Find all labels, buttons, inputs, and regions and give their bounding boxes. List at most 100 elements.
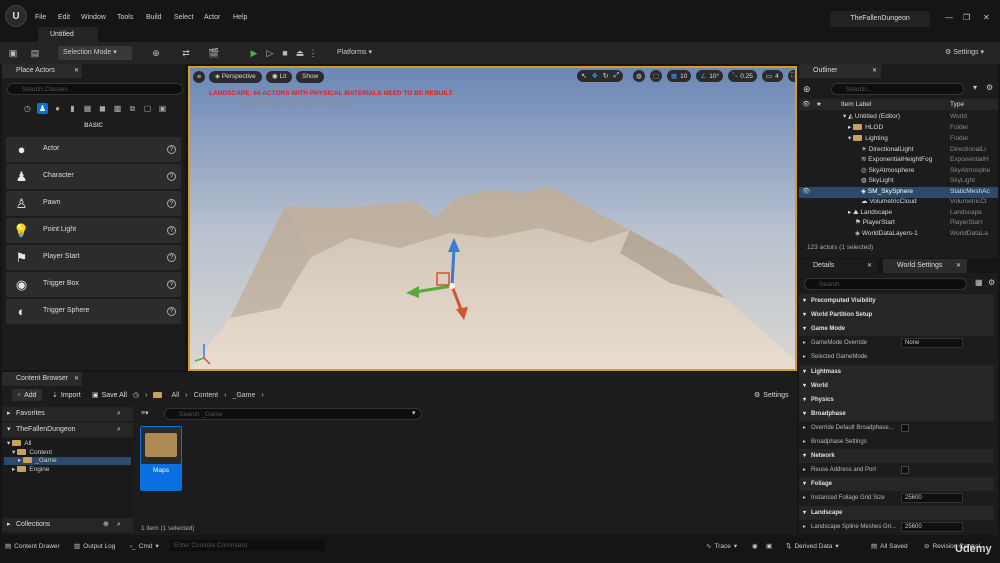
cinematic-category-icon[interactable]: ▮ [67, 103, 78, 114]
details-checkbox[interactable] [901, 423, 909, 432]
details-category[interactable]: ▾ Lightmass [799, 364, 994, 379]
pin-column-icon[interactable]: ★ [816, 99, 822, 110]
outliner-tab[interactable]: Outliner ✕ [799, 64, 881, 78]
close-tab-icon[interactable]: ✕ [956, 259, 961, 273]
search-icon[interactable]: ⌕ [117, 423, 121, 437]
more-options-icon[interactable]: ⋮ [307, 47, 319, 59]
close-tab-icon[interactable]: ✕ [74, 372, 79, 386]
outliner-row[interactable]: ▾ Lighting Folder [799, 134, 998, 145]
menu-build[interactable]: Build [146, 14, 162, 21]
world-settings-tab[interactable]: World Settings ✕ [883, 259, 967, 273]
history-back-icon[interactable]: ◷ [133, 391, 139, 399]
scale-tool-icon[interactable]: ⤢ [614, 72, 620, 80]
eject-icon[interactable]: ⏏ [294, 47, 306, 59]
details-value-field[interactable]: None [901, 338, 963, 349]
project-section[interactable]: ▾ TheFallenDungeon ⌕ [2, 423, 133, 437]
play-icon[interactable]: ▶ [248, 47, 260, 59]
breadcrumb-all[interactable]: All [171, 392, 179, 399]
surface-snap-icon[interactable]: ⬚ [650, 70, 662, 82]
details-checkbox[interactable] [901, 466, 909, 475]
save-all-button[interactable]: ▣ Save All [92, 389, 127, 401]
collections-section[interactable]: ▸ Collections ⊕ ⌕ [2, 518, 133, 532]
show-dropdown[interactable]: Show [296, 71, 325, 83]
actor-item-character[interactable]: ♟ Character ? [6, 164, 181, 189]
help-icon[interactable]: ? [167, 280, 176, 289]
details-category[interactable]: ▾ World Partition Setup [799, 308, 994, 323]
trace-dropdown[interactable]: ∿ Trace ▾ [706, 542, 737, 551]
rotate-tool-icon[interactable]: ↻ [603, 72, 609, 80]
volumes-icon[interactable]: ▩ [112, 103, 123, 114]
search-dropdown-icon[interactable]: ▾ [412, 409, 416, 417]
screenshot-icon[interactable]: ▣ [766, 542, 772, 550]
menu-help[interactable]: Help [233, 14, 247, 21]
outliner-search-input[interactable]: Search... [831, 83, 964, 95]
close-tab-icon[interactable]: ✕ [867, 259, 872, 273]
outliner-row-selected[interactable]: 👁 ◈ SM_SkySphere StaticMeshAc [799, 187, 998, 198]
details-category[interactable]: ▾ Broadphase [799, 406, 994, 421]
rotation-snap-control[interactable]: ∠ 10° [696, 70, 724, 82]
help-icon[interactable]: ? [167, 253, 176, 262]
details-search-input[interactable]: Search [804, 278, 967, 290]
visual-effects-icon[interactable]: ▦ [82, 103, 93, 114]
actor-item-player-start[interactable]: ⚑ Player Start ? [6, 245, 181, 270]
unreal-logo-icon[interactable]: U [5, 5, 27, 27]
select-tool-icon[interactable]: ↖ [581, 72, 587, 80]
details-property[interactable]: ▸ Reuse Address and Port [799, 463, 994, 477]
details-value-field[interactable]: 25600 [901, 521, 963, 532]
details-category[interactable]: ▾ Physics [799, 392, 994, 407]
details-property[interactable]: ▸ Broadphase Settings [799, 435, 994, 449]
details-property[interactable]: ▸ GameMode Override None [799, 336, 994, 350]
item-label-column[interactable]: Item Label [841, 99, 871, 110]
outliner-row[interactable]: ⚑ PlayerStart PlayerStart [799, 218, 998, 229]
visibility-eye-icon[interactable]: 👁 [802, 187, 810, 198]
actor-item-actor[interactable]: ● Actor ? [6, 137, 181, 162]
outliner-settings-icon[interactable]: ⚙ [986, 83, 993, 92]
outliner-row[interactable]: ◎ SkyAtmosphere SkyAtmosphe [799, 166, 998, 177]
close-tab-icon[interactable]: ✕ [74, 64, 79, 78]
level-tab[interactable]: Untitled [38, 27, 98, 42]
content-browser-tab[interactable]: Content Browser ✕ [2, 372, 82, 386]
filter-icon[interactable]: ≡▾ [141, 409, 149, 417]
world-space-icon[interactable]: ◍ [633, 70, 645, 82]
tree-item-content[interactable]: ▾ Content [12, 449, 52, 457]
grid-snap-control[interactable]: ▦ 10 [667, 70, 692, 82]
details-category[interactable]: ▾ Foliage [799, 477, 994, 492]
details-property[interactable]: ▸ Override Default Broadphase... [799, 421, 994, 435]
outliner-row[interactable]: ▾ ◭ Untitled (Editor) World [799, 112, 998, 123]
output-log-button[interactable]: ▥ Output Log [74, 542, 115, 551]
save-icon[interactable]: ▣ [7, 47, 19, 59]
platforms-dropdown[interactable]: Platforms ▾ [332, 46, 388, 60]
selection-mode-dropdown[interactable]: Selection Mode ▾ [58, 46, 132, 60]
asset-tile-maps[interactable]: Maps [140, 426, 182, 491]
add-actor-icon[interactable]: ⊕ [150, 47, 162, 59]
outliner-row[interactable]: ≋ ExponentialHeightFog ExponentialH [799, 155, 998, 166]
outliner-row[interactable]: ▸ ⛰ Landscape Landscape [799, 208, 998, 219]
camera-speed-control[interactable]: ▭ 4 [761, 70, 783, 82]
breadcrumb-content[interactable]: Content [194, 392, 219, 399]
outliner-row[interactable]: ▸ HLOD Folder [799, 123, 998, 134]
menu-window[interactable]: Window [81, 14, 106, 21]
shapes-icon[interactable]: ▢ [142, 103, 153, 114]
record-icon[interactable]: ◉ [752, 542, 758, 550]
outliner-row[interactable]: ☀ DirectionalLight DirectionalLi [799, 145, 998, 156]
search-icon[interactable]: ⌕ [117, 518, 121, 532]
tree-item-all[interactable]: ▾ All [7, 440, 32, 448]
outliner-row[interactable]: ◍ SkyLight SkyLight [799, 176, 998, 187]
geometry-icon[interactable]: ◼ [97, 103, 108, 114]
lit-dropdown[interactable]: ◉ Lit [266, 71, 293, 83]
all-classes-icon[interactable]: ⧉ [127, 103, 138, 114]
details-settings-icon[interactable]: ⚙ [988, 278, 995, 287]
minimize-icon[interactable]: — [945, 13, 953, 22]
favorites-section[interactable]: ▸ Favorites ⌕ [2, 407, 133, 421]
settings-button[interactable]: ⚙ Settings ▾ [940, 46, 996, 60]
more-categories-icon[interactable]: ▣ [157, 103, 168, 114]
details-property[interactable]: ▸ Instanced Foliage Grid Size 25600 [799, 491, 994, 505]
step-icon[interactable]: ▷ [264, 47, 276, 59]
help-icon[interactable]: ? [167, 172, 176, 181]
details-category[interactable]: ▾ Game Mode [799, 322, 994, 337]
details-category[interactable]: ▾ World [799, 378, 994, 393]
console-command-input[interactable]: Enter Console Command [170, 540, 325, 551]
import-button[interactable]: ⇣ Import [52, 389, 81, 401]
tree-item-game[interactable]: ▸ _Game [4, 457, 131, 465]
menu-actor[interactable]: Actor [204, 14, 220, 21]
